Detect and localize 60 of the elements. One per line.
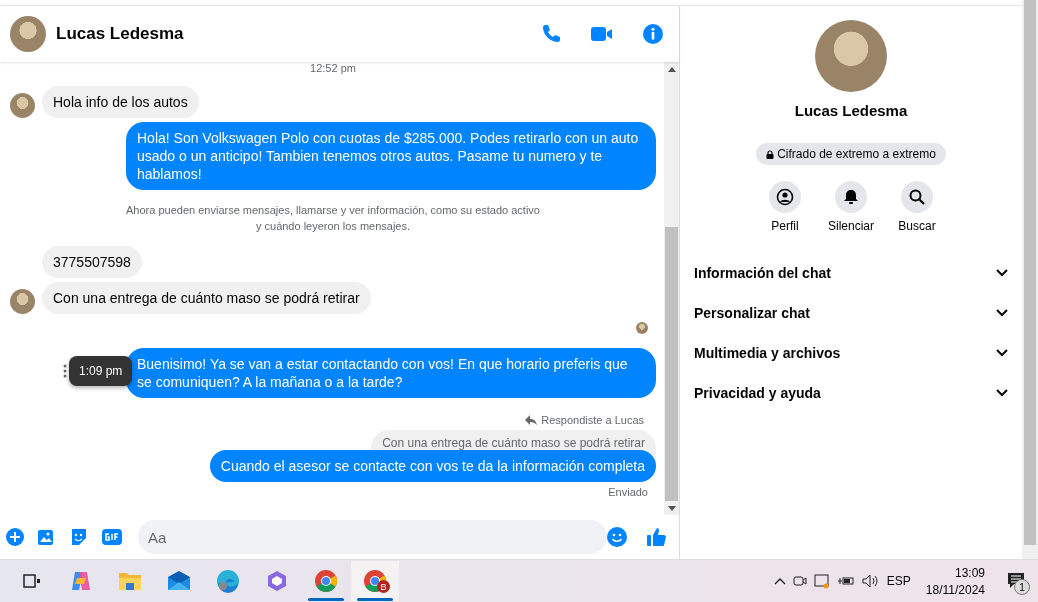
wave-icon [216, 569, 240, 594]
gif-icon [102, 529, 122, 546]
time-tooltip: 1:09 pm [69, 356, 133, 386]
plus-icon [6, 528, 24, 547]
outgoing-message: Buenisimo! Ya se van a estar contactando con vos! En que horario preferis que se comuniquen? A la mañana o a la tarde? [126, 348, 656, 398]
browser-icon [314, 569, 338, 594]
seen-avatar [636, 322, 648, 334]
reply-icon [525, 415, 538, 425]
search-icon [908, 188, 926, 206]
system-notice: Ahora pueden enviarse mensajes, llamarse y ver información, como su estado activo y cuándo leyeron los mensajes. [125, 203, 541, 234]
timestamp: 12:52 pm [309, 62, 357, 74]
profile-action[interactable]: Perfil [763, 181, 807, 233]
sticker-icon [70, 528, 88, 547]
lock-icon [766, 149, 775, 159]
clock-date[interactable]: 18/11/2024 [925, 582, 985, 597]
chevron-icon [996, 349, 1008, 357]
profile-action[interactable]: Silenciar [829, 181, 873, 233]
outgoing-message: Cuando el asesor se contacte con vos te da la información completa [209, 450, 656, 482]
scroll-down-icon [667, 505, 676, 511]
profile-badge: B [377, 580, 390, 594]
scroll-up-icon [667, 66, 676, 72]
folder-icon [118, 570, 142, 593]
notification-count: 1 [1014, 579, 1030, 596]
chevron-icon [996, 269, 1008, 277]
mail-icon [167, 571, 191, 592]
more-icon [63, 364, 67, 378]
profile-name: Lucas Ledesma [794, 102, 908, 119]
chevron-icon [996, 389, 1008, 397]
display-icon [813, 573, 830, 590]
encryption-label: Cifrado de extremo a extremo [777, 147, 936, 161]
contact-name: Lucas Ledesma [56, 24, 185, 44]
info-icon [643, 24, 663, 44]
chevron-icon [996, 309, 1008, 317]
image-icon [38, 528, 56, 547]
delivery-status: Enviado [608, 486, 649, 498]
battery-icon [836, 575, 855, 588]
section-header[interactable]: Privacidad y ayuda [694, 373, 1008, 413]
reply-label: Respondiste a Lucas [541, 414, 644, 426]
incoming-message: Hola info de los autos [42, 86, 199, 118]
speaker-icon [861, 574, 880, 589]
section-header[interactable]: Personalizar chat [694, 293, 1008, 333]
phone-icon [541, 24, 561, 44]
page-scrollbar[interactable] [1022, 0, 1038, 560]
outgoing-message: Hola! Son Volkswagen Polo con cuotas de $285.000. Podes retirarlo con un auto usado o un anticipo! Tambien tenemos otros autos. Pasame tu numero y te hablamos! [126, 122, 656, 190]
incoming-message: 3775507598 [42, 246, 142, 278]
chevron-up-icon [773, 577, 786, 586]
section-header[interactable]: Multimedia y archivos [694, 333, 1008, 373]
scrollbar[interactable] [664, 62, 679, 516]
taskbar-app[interactable]: B [351, 561, 399, 602]
emoji-icon [607, 527, 627, 548]
language-indicator[interactable]: ESP [886, 574, 911, 589]
bell-icon [842, 188, 860, 206]
thumbs-up-icon [647, 527, 667, 548]
incoming-message: Con una entrega de cuánto maso se podrá retirar [42, 282, 371, 314]
clock-time[interactable]: 13:09 [954, 565, 985, 580]
video-icon [591, 26, 613, 42]
person-icon [776, 188, 794, 206]
avatar [10, 16, 46, 52]
profile-action[interactable]: Buscar [895, 181, 939, 233]
section-header[interactable]: Información del chat [694, 253, 1008, 293]
